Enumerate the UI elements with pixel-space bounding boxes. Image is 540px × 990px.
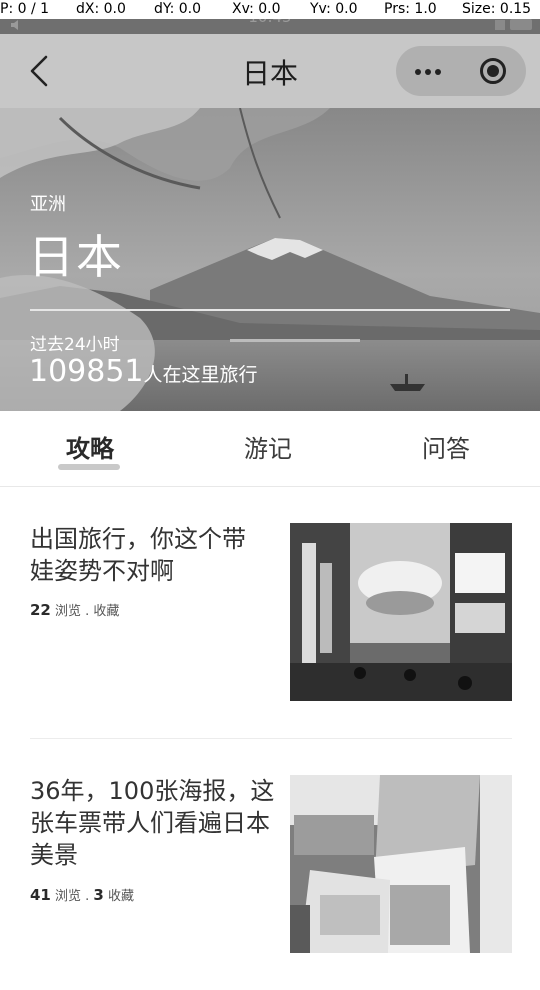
pointer-debug-overlay: P: 0 / 1 dX: 0.0 dY: 0.0 Xv: 0.0 Yv: 0.0… [0,0,540,19]
tab-guides[interactable]: 攻略 [20,429,160,464]
tab-qa[interactable]: 问答 [376,429,516,464]
favorite-count: 3 [93,886,104,904]
article-meta: 22 浏览 . 收藏 [30,600,119,619]
menu-capsule [396,46,526,96]
views-label: 浏览 . [55,889,90,904]
article-thumbnail [290,775,512,953]
article-divider [30,738,512,739]
region-label: 亚洲 [30,194,66,215]
favorites-label: 收藏 [108,889,135,904]
tab-travelogues[interactable]: 游记 [198,429,338,464]
views-label: 浏览 . [55,604,90,619]
status-icons [495,19,532,30]
poster-collage-image [290,775,512,953]
article-thumbnail [290,523,512,701]
traveler-suffix: 人在这里旅行 [143,364,258,386]
debug-dy: dY: 0.0 [154,1,202,17]
article-title: 36年，100张海报，这张车票带人们看遍日本美景 [30,777,275,869]
favorites-label: 收藏 [93,604,120,619]
more-button[interactable] [396,46,461,96]
navigation-bar: 日本 [0,34,540,108]
debug-xv: Xv: 0.0 [232,1,281,17]
article-card[interactable]: 36年，100张海报，这张车票带人们看遍日本美景 41 浏览 . 3 收藏 [30,775,512,953]
destination-hero: 亚洲 日本 过去24小时 109851人在这里旅行 [0,108,540,411]
active-tab-indicator [58,464,120,470]
view-count: 22 [30,601,51,619]
country-name: 日本 [28,230,124,284]
traveler-stat: 109851人在这里旅行 [29,354,258,389]
article-card[interactable]: 出国旅行，你这个带娃姿势不对啊 22 浏览 . 收藏 [30,523,512,701]
period-label: 过去24小时 [30,335,120,355]
close-miniprogram-button[interactable] [461,46,526,96]
more-dots-icon [415,69,421,75]
mute-icon [11,20,18,30]
article-meta: 41 浏览 . 3 收藏 [30,885,134,904]
street-scene-image [290,523,512,701]
debug-pointer: P: 0 / 1 [0,1,50,17]
debug-prs: Prs: 1.0 [384,1,437,17]
signal-icon [495,19,505,30]
battery-icon [510,19,532,30]
debug-yv: Yv: 0.0 [310,1,358,17]
traveler-count: 109851 [29,354,144,389]
debug-dx: dX: 0.0 [76,1,126,17]
view-count: 41 [30,886,51,904]
content-tabs: 攻略 游记 问答 [0,411,540,487]
debug-size: Size: 0.15 [462,1,532,17]
article-title: 出国旅行，你这个带娃姿势不对啊 [30,525,246,585]
hero-divider [30,309,510,311]
